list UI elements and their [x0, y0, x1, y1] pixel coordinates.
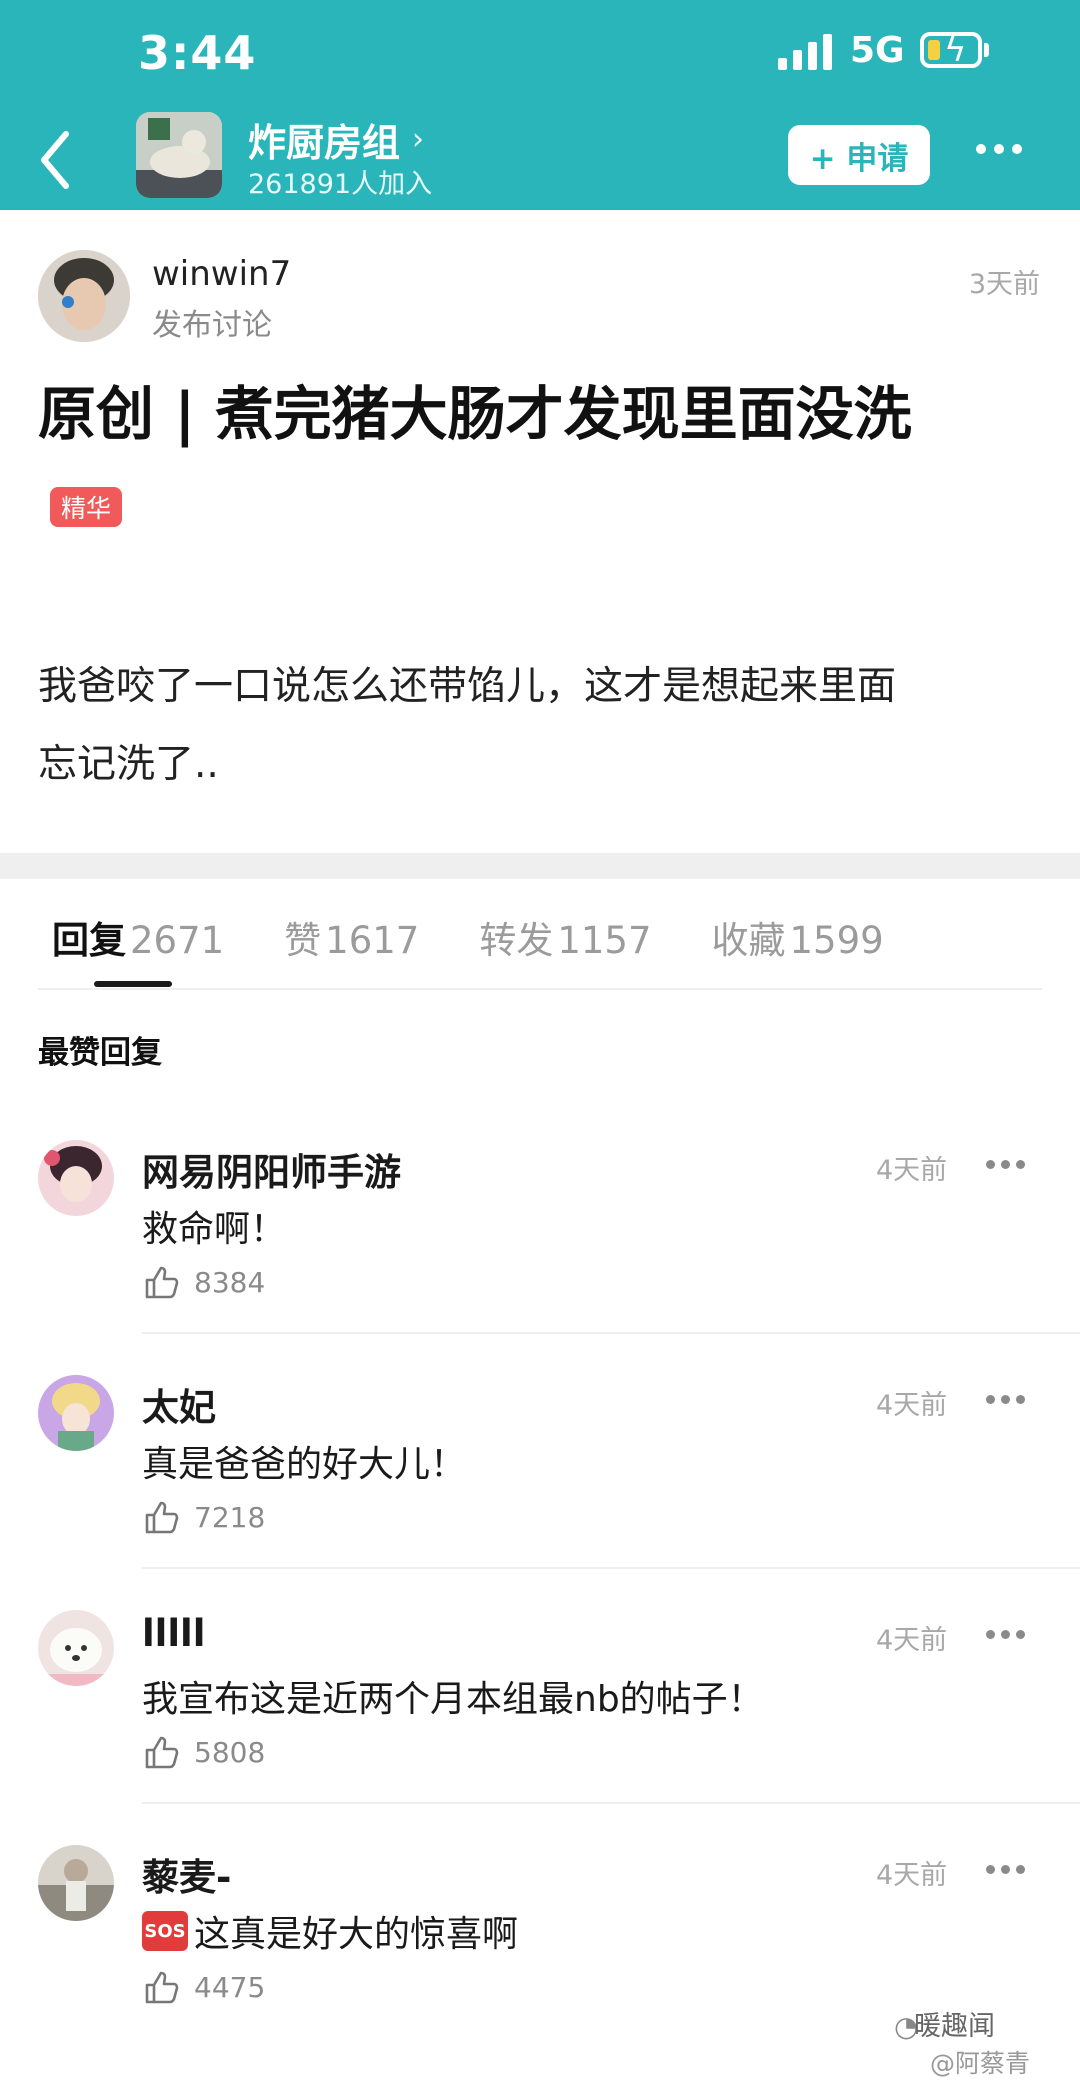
- commenter-avatar[interactable]: [38, 1375, 114, 1451]
- tab-label: 转发: [479, 919, 554, 962]
- group-member-count: 261891人加入: [248, 169, 433, 200]
- like-count: 5808: [194, 1735, 266, 1769]
- tab-bar: 回复 2671 赞 1617 转发 1157 收藏 1599: [52, 910, 944, 964]
- thumbs-up-icon: [145, 1266, 179, 1299]
- comment-time: 4天前: [876, 1625, 948, 1656]
- like-count: 4475: [194, 1970, 266, 2004]
- post-title: 原创 | 煮完猪大肠才发现里面没洗: [38, 380, 912, 448]
- active-tab-indicator: [94, 981, 172, 987]
- comment-text: 救命啊！: [142, 1200, 286, 1252]
- comment-item: 网易阴阳师手游 4天前 救命啊！ 8384: [0, 1140, 1080, 1376]
- author-name[interactable]: winwin7: [152, 254, 291, 294]
- tab-replies[interactable]: 回复 2671: [52, 910, 224, 964]
- comment-divider: [142, 1802, 1080, 1804]
- more-icon[interactable]: [986, 1160, 1025, 1169]
- author-subtitle: 发布讨论: [152, 308, 272, 343]
- commenter-name[interactable]: lllll: [142, 1612, 205, 1655]
- battery-tip: [984, 43, 989, 57]
- tab-label: 回复: [52, 919, 126, 962]
- author-avatar[interactable]: [38, 250, 130, 342]
- tab-label: 收藏: [711, 919, 786, 962]
- like-button[interactable]: 5808: [142, 1732, 265, 1772]
- network-type: 5G: [850, 30, 905, 71]
- comment-item: 藜麦- 4天前 SOS 这真是好大的惊喜啊 4475: [0, 1845, 1080, 2081]
- back-icon[interactable]: [30, 120, 90, 200]
- group-avatar[interactable]: [136, 112, 222, 198]
- group-title-row[interactable]: 炸厨房组 ›: [248, 112, 424, 167]
- signal-icon: [778, 34, 834, 70]
- commenter-name[interactable]: 太妃: [142, 1377, 216, 1431]
- comment-time: 4天前: [876, 1860, 948, 1891]
- comment-text-content: 真是爸爸的好大儿！: [142, 1444, 467, 1485]
- commenter-avatar[interactable]: [38, 1610, 114, 1686]
- watermark-handle: @阿蔡青: [930, 2049, 1031, 2078]
- post-body-line: 忘记洗了..: [38, 742, 219, 787]
- commenter-name[interactable]: 藜麦-: [142, 1847, 231, 1901]
- tab-favorites[interactable]: 收藏 1599: [712, 910, 884, 964]
- tab-count: 2671: [130, 919, 225, 962]
- more-icon[interactable]: [986, 1630, 1025, 1639]
- thumbs-up-icon: [145, 1501, 179, 1534]
- more-icon[interactable]: [986, 1865, 1025, 1874]
- top-header: 3:44 5G ϟ 炸厨房组 › 261891人加入 + 申请: [0, 0, 1080, 210]
- group-name: 炸厨房组: [248, 121, 401, 165]
- comment-text: 我宣布这是近两个月本组最nb的帖子！: [142, 1670, 764, 1722]
- tab-divider: [38, 988, 1042, 990]
- commenter-avatar[interactable]: [38, 1845, 114, 1921]
- post-body: 我爸咬了一口说怎么还带馅儿，这才是想起来里面 忘记洗了..: [38, 648, 1038, 804]
- comment-text-content: 救命啊！: [142, 1209, 287, 1250]
- more-icon[interactable]: [986, 1395, 1025, 1404]
- comment-time: 4天前: [876, 1155, 948, 1186]
- sos-emoji: SOS: [142, 1911, 188, 1951]
- like-count: 8384: [194, 1265, 266, 1299]
- watermark-title: 暖趣闻: [914, 2011, 995, 2042]
- more-icon[interactable]: [976, 144, 1022, 154]
- like-count: 7218: [194, 1500, 266, 1534]
- chevron-right-icon: ›: [412, 122, 425, 157]
- section-label: 最赞回复: [38, 1035, 162, 1071]
- like-button[interactable]: 7218: [142, 1497, 265, 1537]
- tab-count: 1617: [325, 919, 420, 962]
- tab-likes[interactable]: 赞 1617: [284, 910, 419, 964]
- comment-text-content: 这真是好大的惊喜啊: [194, 1914, 519, 1955]
- comment-divider: [142, 1332, 1080, 1334]
- comment-divider: [142, 1567, 1080, 1569]
- post-time: 3天前: [968, 269, 1040, 300]
- apply-button[interactable]: + 申请: [788, 125, 930, 185]
- post-body-line: 我爸咬了一口说怎么还带馅儿，这才是想起来里面: [38, 664, 897, 709]
- tab-label: 赞: [284, 919, 322, 962]
- tab-count: 1157: [557, 919, 652, 962]
- thumbs-up-icon: [145, 1736, 179, 1769]
- like-button[interactable]: 4475: [142, 1967, 265, 2007]
- commenter-avatar[interactable]: [38, 1140, 114, 1216]
- battery-icon: ϟ: [920, 30, 982, 70]
- status-time: 3:44: [138, 26, 257, 80]
- tab-reposts[interactable]: 转发 1157: [479, 910, 651, 964]
- section-divider: [0, 853, 1080, 879]
- commenter-name[interactable]: 网易阴阳师手游: [142, 1142, 401, 1196]
- comment-text: SOS 这真是好大的惊喜啊: [142, 1905, 518, 1957]
- comment-item: lllll 4天前 我宣布这是近两个月本组最nb的帖子！ 5808: [0, 1610, 1080, 1846]
- tab-count: 1599: [789, 919, 884, 962]
- comment-item: 太妃 4天前 真是爸爸的好大儿！ 7218: [0, 1375, 1080, 1611]
- comment-text: 真是爸爸的好大儿！: [142, 1435, 466, 1487]
- featured-badge: 精华: [50, 487, 122, 527]
- comment-time: 4天前: [876, 1390, 948, 1421]
- like-button[interactable]: 8384: [142, 1262, 265, 1302]
- thumbs-up-icon: [145, 1971, 179, 2004]
- comment-text-content: 我宣布这是近两个月本组最nb的帖子！: [142, 1679, 764, 1720]
